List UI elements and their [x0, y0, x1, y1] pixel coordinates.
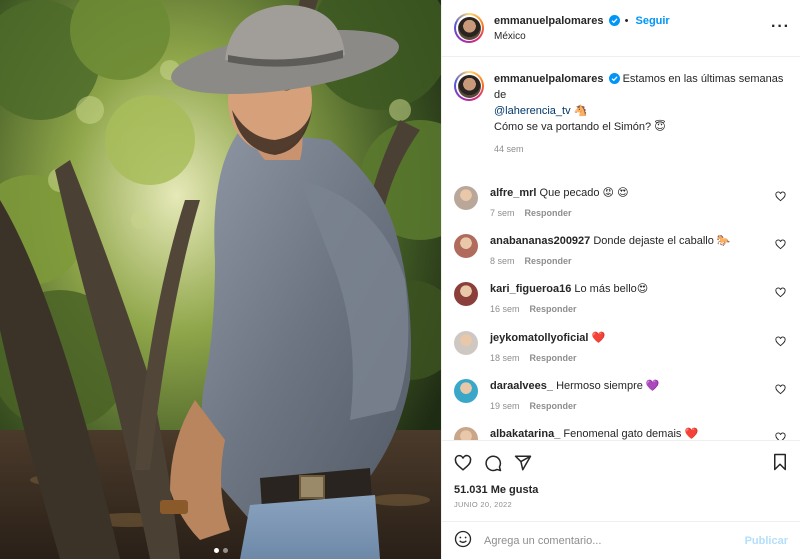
post-header: emmanuelpalomares • Seguir México ··· [442, 0, 800, 57]
commenter-username[interactable]: jeykomatollyoficial [490, 332, 588, 344]
caption-username[interactable]: emmanuelpalomares [494, 73, 603, 85]
heart-icon[interactable] [775, 432, 786, 440]
heart-icon[interactable] [454, 454, 472, 472]
author-avatar[interactable] [454, 13, 484, 43]
commenter-avatar[interactable] [454, 426, 478, 440]
caption-author-avatar[interactable] [454, 71, 484, 101]
separator-dot: • [624, 14, 629, 27]
comment-time[interactable]: 16 sem [490, 304, 520, 314]
post-photo[interactable] [0, 0, 441, 559]
heart-icon[interactable] [775, 287, 786, 301]
commenter-avatar[interactable] [454, 378, 478, 403]
commenter-username[interactable]: kari_figueroa16 [490, 283, 571, 295]
heart-icon[interactable] [775, 191, 786, 205]
comment-text: ❤️ [591, 331, 606, 344]
smiley-icon[interactable] [454, 530, 472, 551]
comment-action-reply[interactable]: Responder [525, 208, 572, 218]
comment-action-reply[interactable]: Responder [525, 256, 572, 266]
add-comment-bar: Publicar [442, 521, 800, 559]
comment-row: daraalvees_ Hermoso siempre 💜 19 sem Resp… [454, 376, 788, 424]
comment-text: Que pecado 😡 😍 [539, 187, 629, 199]
publish-button[interactable]: Publicar [745, 535, 788, 547]
comment-text: Donde dejaste el caballo 🐎 [593, 235, 731, 248]
comment-text: Hermoso siempre 💜 [556, 379, 660, 392]
paper-plane-icon[interactable] [514, 454, 532, 472]
post-actions [442, 440, 800, 484]
comment-row: anabananas200927 Donde dejaste el caball… [454, 231, 788, 279]
caption-line-2: Cómo se va portando el Simón? 😇 [494, 121, 666, 133]
comment-row: alfre_mrl Que pecado 😡 😍 7 sem Responder [454, 183, 788, 231]
commenter-username[interactable]: alfre_mrl [490, 187, 536, 199]
commenter-username[interactable]: anabananas200927 [490, 235, 590, 247]
carousel-dot[interactable] [213, 548, 219, 553]
comment-row: jeykomatollyoficial ❤️ 18 sem Responder [454, 328, 788, 376]
commenter-username[interactable]: albakatarina_ [490, 428, 560, 440]
heart-icon[interactable] [775, 384, 786, 398]
caption-emoji: 🐴 [573, 105, 588, 117]
carousel-dot[interactable] [222, 548, 228, 553]
post-dialog: emmanuelpalomares • Seguir México ··· em… [0, 0, 800, 559]
post-date[interactable]: JUNIO 20, 2022 [442, 496, 800, 509]
caption-mention[interactable]: @laherencia_tv [494, 105, 571, 117]
commenter-avatar[interactable] [454, 330, 478, 355]
follow-button[interactable]: Seguir [635, 15, 669, 27]
carousel-dots [0, 548, 441, 553]
heart-icon[interactable] [775, 336, 786, 350]
comment-text: Fenomenal gato demais ❤️ [563, 427, 699, 440]
location-link[interactable]: México [494, 31, 670, 42]
comment-action-reply[interactable]: Responder [530, 304, 577, 314]
commenter-avatar[interactable] [454, 186, 478, 210]
post-side-panel: emmanuelpalomares • Seguir México ··· em… [441, 0, 800, 559]
comment-action-reply[interactable]: Responder [530, 401, 577, 411]
comments-list[interactable]: emmanuelpalomares Estamos en las últimas… [442, 57, 800, 440]
comment-time[interactable]: 8 sem [490, 256, 515, 266]
commenter-avatar[interactable] [454, 234, 478, 259]
caption-time[interactable]: 44 sem [494, 144, 524, 154]
comment-time[interactable]: 19 sem [490, 401, 520, 411]
comment-container: alfre_mrl Que pecado 😡 😍 7 sem Responder … [454, 183, 788, 440]
comment-text: Lo más bello😍 [574, 283, 649, 296]
commenter-avatar[interactable] [454, 282, 478, 307]
more-horizontal-icon[interactable]: ··· [771, 18, 790, 36]
author-username[interactable]: emmanuelpalomares [494, 15, 603, 27]
comment-time[interactable]: 18 sem [490, 353, 520, 363]
commenter-username[interactable]: daraalvees_ [490, 380, 553, 392]
comment-action-reply[interactable]: Responder [530, 353, 577, 363]
bookmark-icon[interactable] [772, 453, 788, 474]
comment-time[interactable]: 7 sem [490, 208, 515, 218]
post-caption: emmanuelpalomares Estamos en las últimas… [454, 57, 788, 183]
likes-count[interactable]: 51.031 Me gusta [442, 484, 800, 496]
comment-row: kari_figueroa16 Lo más bello😍 16 sem Resp… [454, 279, 788, 327]
post-image [0, 0, 441, 559]
verified-badge-icon [608, 14, 620, 26]
verified-badge-icon [608, 73, 620, 84]
comment-input[interactable] [484, 534, 745, 547]
comment-row: albakatarina_ Fenomenal gato demais ❤️ 2… [454, 424, 788, 440]
comment-icon[interactable] [484, 454, 502, 472]
heart-icon[interactable] [775, 239, 786, 253]
